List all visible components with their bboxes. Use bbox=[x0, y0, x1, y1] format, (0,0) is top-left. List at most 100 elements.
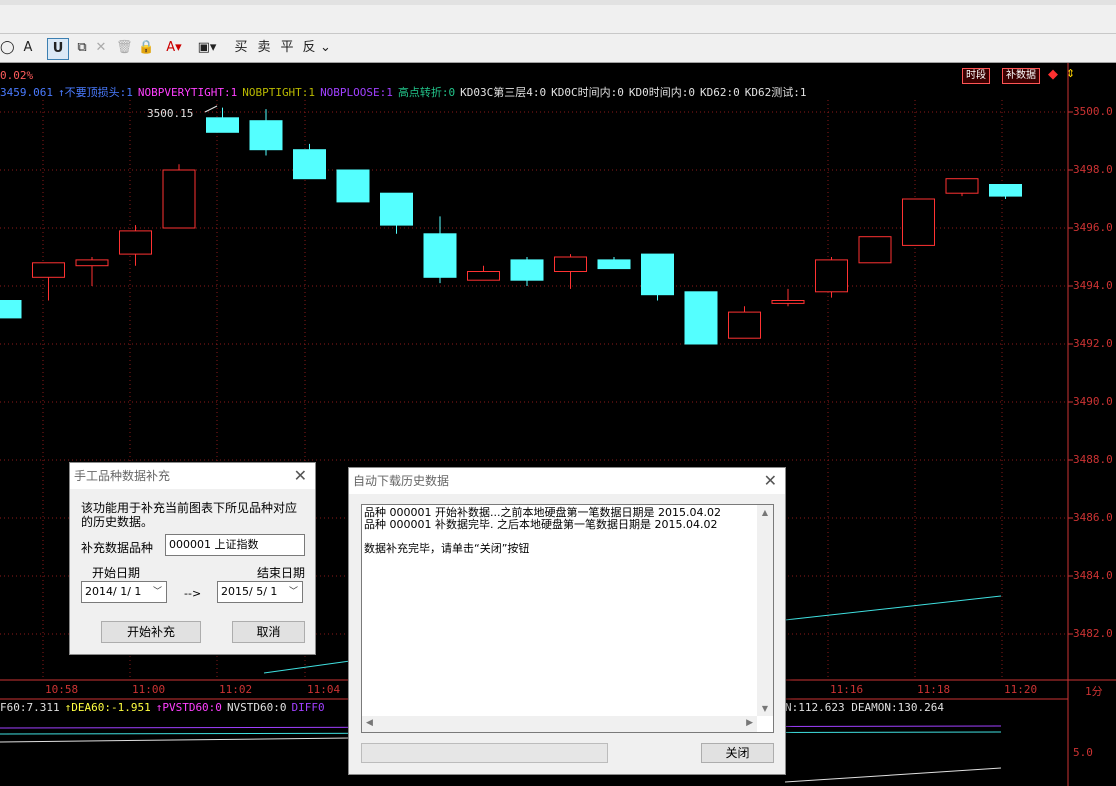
log-line: 品种 000001 补数据完毕. 之后本地硬盘第一笔数据日期是 2015.04.… bbox=[364, 518, 718, 531]
bottom-indicator-legend: F60:7.311 ↑DEA60:-1.951 ↑PVSTD60:0 NVSTD60:… bbox=[0, 701, 330, 714]
lock-icon[interactable]: 🔒 bbox=[138, 38, 154, 58]
indicator-value: NOBPVERYTIGHT:1 bbox=[137, 86, 238, 99]
candle-body bbox=[119, 230, 152, 255]
x-tick-label: 11:00 bbox=[132, 683, 166, 696]
close-position-button[interactable]: 平 bbox=[279, 38, 295, 58]
x-tick-label: 1分 bbox=[1085, 685, 1103, 698]
x-tick-label: 11:04 bbox=[307, 683, 341, 696]
more-dropdown-icon[interactable]: ⌄ bbox=[320, 38, 331, 58]
delete-icon[interactable]: ✕ bbox=[94, 38, 108, 58]
symbol-field[interactable]: 000001 上证指数 bbox=[165, 534, 305, 556]
indicator-value: KD0时间内:0 bbox=[628, 86, 696, 99]
indicator-value: NVSTD60:0 bbox=[226, 701, 287, 714]
font-color-button[interactable]: A▾ bbox=[162, 38, 186, 58]
auto-download-dialog: 自动下载历史数据 ✕ 品种 000001 开始补数据...之前本地硬盘第一笔数据… bbox=[348, 467, 786, 775]
log-line: 数据补充完毕，请单击“关闭”按钮 bbox=[364, 542, 530, 555]
candle-body bbox=[423, 233, 457, 278]
candlestick[interactable] bbox=[554, 254, 587, 289]
cancel-button[interactable]: 取消 bbox=[232, 621, 305, 643]
candlestick[interactable] bbox=[75, 257, 109, 286]
scroll-down-icon[interactable]: ▼ bbox=[757, 704, 773, 713]
candlestick[interactable] bbox=[945, 178, 979, 197]
x-tick-label: 11:02 bbox=[219, 683, 253, 696]
arrow-toggle-icon[interactable]: ⇕ bbox=[1066, 67, 1075, 80]
candlestick[interactable] bbox=[119, 225, 152, 266]
candlestick[interactable] bbox=[728, 306, 761, 339]
candlestick[interactable] bbox=[641, 253, 674, 301]
y-tick-label: 3500.0 bbox=[1073, 105, 1113, 118]
scroll-right-icon[interactable]: ▶ bbox=[746, 718, 753, 728]
close-icon[interactable]: ✕ bbox=[764, 471, 777, 490]
indicator-value: KD62:0 bbox=[700, 86, 740, 99]
candle-body bbox=[858, 236, 892, 264]
candlestick[interactable] bbox=[684, 291, 718, 345]
candle-body bbox=[32, 262, 65, 278]
indicator-value: ↑不要顶损头:1 bbox=[57, 86, 133, 99]
x-tick-label: 11:18 bbox=[917, 683, 951, 696]
scroll-up-icon[interactable]: ▲ bbox=[757, 508, 773, 517]
candlestick[interactable] bbox=[336, 169, 370, 203]
text-tool-button[interactable]: A bbox=[20, 38, 36, 58]
description-line: 的历史数据。 bbox=[81, 515, 154, 529]
indicator-value: KD03C第三层4:0 bbox=[460, 86, 547, 99]
candlestick[interactable] bbox=[206, 107, 239, 133]
close-button[interactable]: 关闭 bbox=[701, 743, 774, 763]
y-tick-label: 3490.0 bbox=[1073, 395, 1113, 408]
save-dropdown-icon[interactable]: ▣▾ bbox=[194, 38, 220, 58]
candlestick[interactable] bbox=[162, 164, 196, 229]
start-date-picker[interactable]: 2014/ 1/ 1 ﹀ bbox=[81, 581, 167, 603]
candlestick[interactable] bbox=[0, 300, 22, 319]
candlestick[interactable] bbox=[989, 184, 1022, 200]
period-button[interactable]: 时段 bbox=[962, 68, 990, 84]
y-tick-label: 3496.0 bbox=[1073, 221, 1113, 234]
indicator-value: 3459.061 bbox=[0, 86, 53, 99]
candlestick[interactable] bbox=[858, 236, 892, 264]
candle-body bbox=[249, 120, 283, 151]
trash-icon[interactable]: 🗑 bbox=[116, 38, 133, 58]
start-supplement-button[interactable]: 开始补充 bbox=[101, 621, 201, 643]
candlestick[interactable] bbox=[380, 192, 413, 234]
buy-button[interactable]: 买 bbox=[233, 38, 249, 58]
candle-body bbox=[293, 149, 326, 180]
close-icon[interactable]: ✕ bbox=[294, 466, 307, 485]
horizontal-scrollbar[interactable]: ◀ ▶ bbox=[362, 716, 757, 732]
reverse-button[interactable]: 反 bbox=[301, 38, 317, 58]
copy-icon[interactable]: ⧉ bbox=[74, 38, 90, 58]
candlestick[interactable] bbox=[771, 288, 805, 307]
sell-button[interactable]: 卖 bbox=[256, 38, 272, 58]
end-date-picker[interactable]: 2015/ 5/ 1 ﹀ bbox=[217, 581, 303, 603]
scroll-left-icon[interactable]: ◀ bbox=[366, 718, 373, 728]
candlestick[interactable] bbox=[249, 109, 283, 156]
vertical-scrollbar[interactable]: ▲ ▼ bbox=[757, 505, 773, 716]
candle-body bbox=[206, 117, 239, 133]
progress-bar bbox=[361, 743, 608, 763]
drawing-toolbar: ◯ A U ⧉ ✕ 🗑 🔒 A▾ ▣▾ 买 卖 平 反 ⌄ bbox=[0, 34, 1116, 63]
title-strip bbox=[0, 0, 1116, 5]
warning-icon[interactable]: ◆ bbox=[1048, 67, 1058, 82]
ellipse-tool-icon[interactable]: ◯ bbox=[0, 38, 15, 58]
indicator-value: ↑DEA60:-1.951 bbox=[64, 701, 151, 714]
candle-body bbox=[684, 291, 718, 345]
log-textarea[interactable]: 品种 000001 开始补数据...之前本地硬盘第一笔数据日期是 2015.04… bbox=[361, 504, 774, 733]
end-date-value: 2015/ 5/ 1 bbox=[221, 585, 278, 598]
indicator-value: DEAMON:130.264 bbox=[851, 701, 944, 714]
candlestick[interactable] bbox=[423, 216, 457, 284]
indicator-legend: 3459.061 ↑不要顶损头:1 NOBPVERYTIGHT:1 NOBPTIGHT… bbox=[0, 84, 812, 100]
candlestick[interactable] bbox=[32, 262, 65, 301]
y-tick-label: 3488.0 bbox=[1073, 453, 1113, 466]
candlestick[interactable] bbox=[293, 143, 326, 180]
fill-data-button[interactable]: 补数据 bbox=[1002, 68, 1040, 84]
candle-body bbox=[162, 169, 196, 229]
indicator-value: ↑PVSTD60:0 bbox=[155, 701, 222, 714]
candle-body bbox=[380, 192, 413, 226]
candlestick[interactable] bbox=[902, 198, 935, 246]
candlestick[interactable] bbox=[815, 257, 848, 298]
candle-body bbox=[641, 253, 674, 296]
candlestick[interactable] bbox=[467, 265, 500, 281]
candlestick[interactable] bbox=[510, 257, 544, 286]
magnet-tool-button[interactable]: U bbox=[47, 38, 69, 60]
candlestick[interactable] bbox=[597, 257, 631, 270]
indicator-value: 高点转折:0 bbox=[397, 86, 456, 99]
start-date-label: 开始日期 bbox=[92, 566, 141, 580]
candle-body bbox=[989, 184, 1022, 197]
